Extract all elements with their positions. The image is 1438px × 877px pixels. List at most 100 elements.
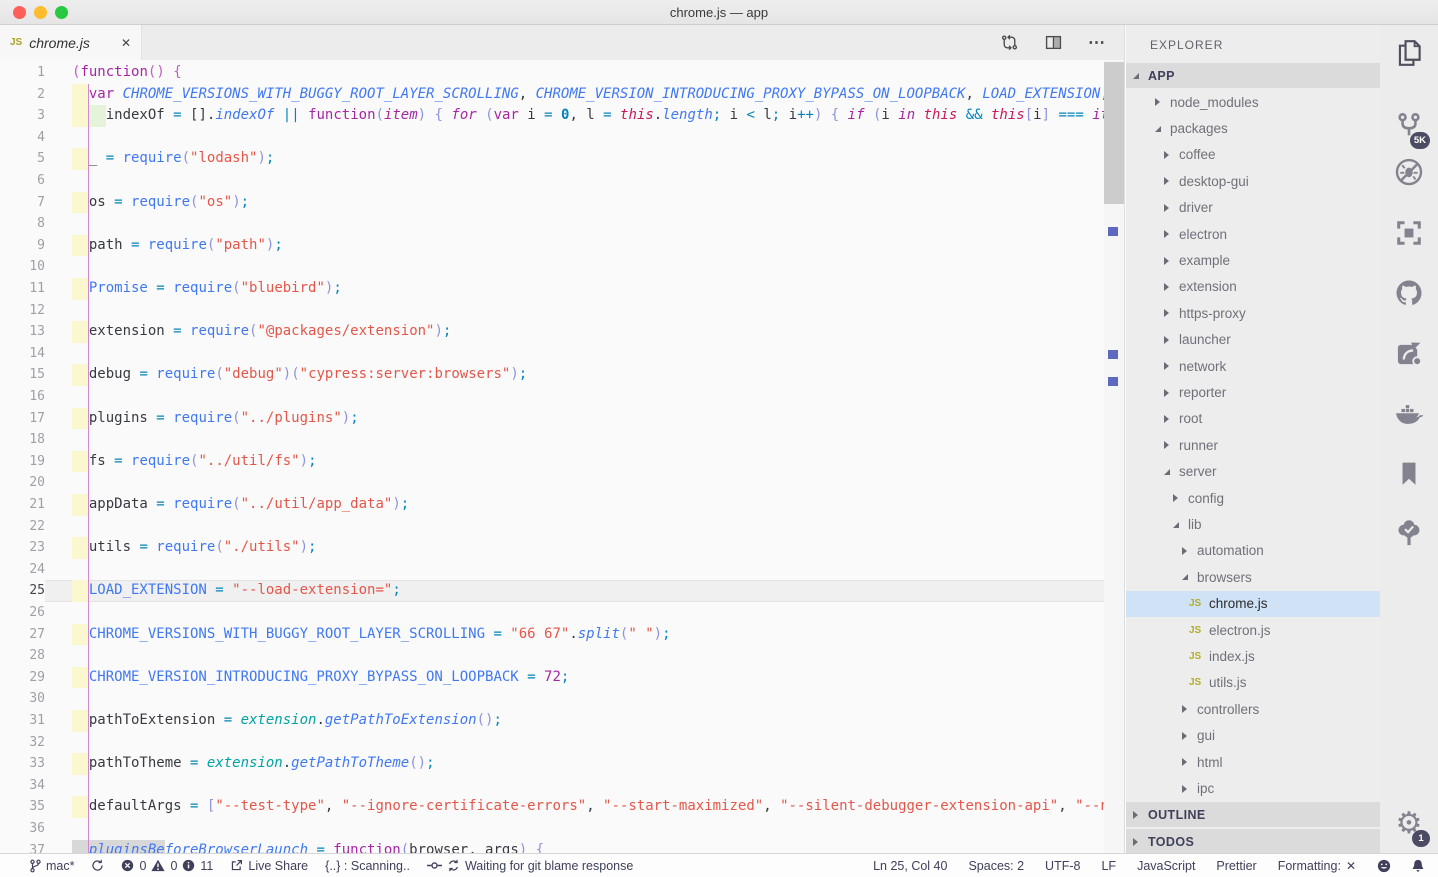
tree-item-reporter[interactable]: reporter — [1126, 379, 1380, 405]
indentation[interactable]: Spaces: 2 — [968, 859, 1024, 873]
eol[interactable]: LF — [1101, 859, 1116, 873]
tree-item-gui[interactable]: gui — [1126, 723, 1380, 749]
problems-indicator[interactable]: 0011 — [121, 859, 213, 873]
split-editor-button[interactable] — [1045, 34, 1062, 51]
tree-item-ipc[interactable]: ipc — [1126, 775, 1380, 801]
tree-item-packages[interactable]: packages — [1126, 115, 1380, 141]
code-line-28[interactable]: 28 — [0, 645, 1124, 667]
tree-item-utils.js[interactable]: JSutils.js — [1126, 670, 1380, 696]
close-window-button[interactable] — [13, 6, 26, 19]
code-line-2[interactable]: 2 var CHROME_VERSIONS_WITH_BUGGY_ROOT_LA… — [0, 84, 1124, 106]
section-outline[interactable]: OUTLINE — [1126, 802, 1380, 827]
code-line-13[interactable]: 13 extension = require("@packages/extens… — [0, 321, 1124, 343]
code-line-7[interactable]: 7 os = require("os"); — [0, 192, 1124, 214]
source-control-icon[interactable]: 5K — [1380, 107, 1438, 145]
minimize-window-button[interactable] — [34, 6, 47, 19]
code-line-10[interactable]: 10 — [0, 256, 1124, 278]
files-icon[interactable] — [1380, 34, 1438, 72]
tree-item-electron[interactable]: electron — [1126, 221, 1380, 247]
tree-item-coffee[interactable]: coffee — [1126, 142, 1380, 168]
tree-item-server[interactable]: server — [1126, 459, 1380, 485]
code-line-36[interactable]: 36 — [0, 818, 1124, 840]
tree-item-launcher[interactable]: launcher — [1126, 327, 1380, 353]
tree-item-root[interactable]: root — [1126, 406, 1380, 432]
code-line-3[interactable]: 3 indexOf = [].indexOf || function(item)… — [0, 105, 1124, 127]
section-todos[interactable]: TODOS — [1126, 829, 1380, 853]
code-line-9[interactable]: 9 path = require("path"); — [0, 235, 1124, 257]
scanning-indicator[interactable]: {..} : Scanning.. — [325, 859, 410, 873]
tree-item-node_modules[interactable]: node_modules — [1126, 89, 1380, 115]
tab-chrome-js[interactable]: JS chrome.js ✕ — [0, 25, 142, 60]
zoom-window-button[interactable] — [55, 6, 68, 19]
code-line-33[interactable]: 33 pathToTheme = extension.getPathToThem… — [0, 753, 1124, 775]
code-line-16[interactable]: 16 — [0, 386, 1124, 408]
code-line-34[interactable]: 34 — [0, 775, 1124, 797]
gear-icon[interactable]: ⚙1 — [1380, 805, 1438, 843]
code-editor[interactable]: 1(function() {2 var CHROME_VERSIONS_WITH… — [0, 60, 1124, 853]
bug-disabled-icon[interactable] — [1380, 153, 1438, 191]
tree-item-config[interactable]: config — [1126, 485, 1380, 511]
code-line-12[interactable]: 12 — [0, 300, 1124, 322]
code-line-6[interactable]: 6 — [0, 170, 1124, 192]
code-line-23[interactable]: 23 utils = require("./utils"); — [0, 537, 1124, 559]
code-line-21[interactable]: 21 appData = require("../util/app_data")… — [0, 494, 1124, 516]
code-line-26[interactable]: 26 — [0, 602, 1124, 624]
language-mode[interactable]: JavaScript — [1137, 859, 1195, 873]
git-blame-indicator[interactable]: Waiting for git blame response — [427, 859, 633, 873]
tree-item-runner[interactable]: runner — [1126, 432, 1380, 458]
tree-item-index.js[interactable]: JSindex.js — [1126, 643, 1380, 669]
code-line-31[interactable]: 31 pathToExtension = extension.getPathTo… — [0, 710, 1124, 732]
tree-item-html[interactable]: html — [1126, 749, 1380, 775]
code-line-11[interactable]: 11 Promise = require("bluebird"); — [0, 278, 1124, 300]
code-line-25[interactable]: 25 LOAD_EXTENSION = "--load-extension="; — [0, 580, 1124, 602]
tree-item-desktop-gui[interactable]: desktop-gui — [1126, 168, 1380, 194]
code-line-19[interactable]: 19 fs = require("../util/fs"); — [0, 451, 1124, 473]
cursor-position[interactable]: Ln 25, Col 40 — [873, 859, 947, 873]
code-line-24[interactable]: 24 — [0, 559, 1124, 581]
scrollbar-thumb[interactable] — [1104, 62, 1124, 204]
tree-item-extension[interactable]: extension — [1126, 274, 1380, 300]
code-line-5[interactable]: 5 _ = require("lodash"); — [0, 148, 1124, 170]
encoding[interactable]: UTF-8 — [1045, 859, 1080, 873]
code-line-35[interactable]: 35 defaultArgs = ["--test-type", "--igno… — [0, 796, 1124, 818]
formatting-toggle[interactable]: Formatting:✕ — [1278, 859, 1356, 873]
open-changes-button[interactable] — [1000, 33, 1019, 52]
tree-item-controllers[interactable]: controllers — [1126, 696, 1380, 722]
tree-item-example[interactable]: example — [1126, 247, 1380, 273]
close-tab-icon[interactable]: ✕ — [121, 36, 131, 50]
notifications-bell[interactable] — [1412, 859, 1424, 873]
tree-item-automation[interactable]: automation — [1126, 538, 1380, 564]
code-line-1[interactable]: 1(function() { — [0, 62, 1124, 84]
code-line-17[interactable]: 17 plugins = require("../plugins"); — [0, 408, 1124, 430]
docker-icon[interactable] — [1380, 394, 1438, 432]
code-line-8[interactable]: 8 — [0, 213, 1124, 235]
section-app[interactable]: APP — [1126, 63, 1380, 88]
code-line-32[interactable]: 32 — [0, 732, 1124, 754]
tree-item-electron.js[interactable]: JSelectron.js — [1126, 617, 1380, 643]
formatter[interactable]: Prettier — [1216, 859, 1256, 873]
more-actions-button[interactable]: ⋯ — [1088, 33, 1106, 53]
code-line-14[interactable]: 14 — [0, 343, 1124, 365]
sync-button[interactable] — [91, 859, 104, 872]
branch-indicator[interactable]: mac* — [30, 859, 74, 873]
code-line-20[interactable]: 20 — [0, 472, 1124, 494]
live-share-button[interactable]: Live Share — [230, 859, 308, 873]
share-out-icon[interactable] — [1380, 334, 1438, 372]
tree-item-network[interactable]: network — [1126, 353, 1380, 379]
tree-item-lib[interactable]: lib — [1126, 511, 1380, 537]
code-line-22[interactable]: 22 — [0, 516, 1124, 538]
code-line-4[interactable]: 4 — [0, 127, 1124, 149]
tree-item-https-proxy[interactable]: https-proxy — [1126, 300, 1380, 326]
tree-item-browsers[interactable]: browsers — [1126, 564, 1380, 590]
frame-icon[interactable] — [1380, 214, 1438, 252]
github-icon[interactable] — [1380, 274, 1438, 312]
code-line-15[interactable]: 15 debug = require("debug")("cypress:ser… — [0, 364, 1124, 386]
code-line-29[interactable]: 29 CHROME_VERSION_INTRODUCING_PROXY_BYPA… — [0, 667, 1124, 689]
feedback-smiley[interactable] — [1377, 859, 1391, 873]
code-line-27[interactable]: 27 CHROME_VERSIONS_WITH_BUGGY_ROOT_LAYER… — [0, 624, 1124, 646]
code-line-18[interactable]: 18 — [0, 429, 1124, 451]
todo-tree-icon[interactable] — [1380, 514, 1438, 552]
tree-item-driver[interactable]: driver — [1126, 195, 1380, 221]
tree-item-chrome.js[interactable]: JSchrome.js — [1126, 591, 1380, 617]
code-line-30[interactable]: 30 — [0, 688, 1124, 710]
